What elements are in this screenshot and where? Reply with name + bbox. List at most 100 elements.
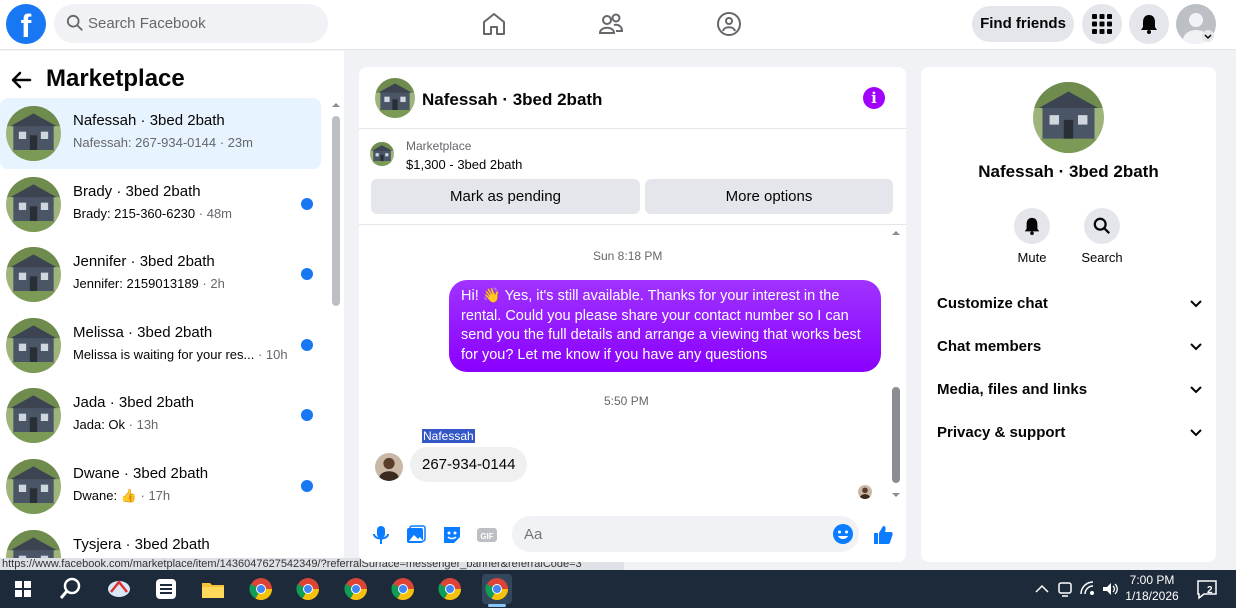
- conversation-preview: Dwane: 👍 · 17h: [73, 488, 170, 504]
- conversation-thumbnail: [6, 318, 61, 373]
- conversation-item[interactable]: Jada · 3bed 2bath Jada: Ok · 13h: [0, 380, 321, 451]
- media-files-links-section[interactable]: Media, files and links: [937, 375, 1203, 405]
- notification-count-badge: 2: [1207, 585, 1213, 596]
- conversation-thumbnail: [6, 459, 61, 514]
- chrome-icon[interactable]: [341, 574, 371, 604]
- more-options-button[interactable]: More options: [645, 179, 893, 214]
- search-icon: [66, 14, 83, 31]
- unread-dot: [301, 479, 313, 492]
- conversation-thumbnail: [6, 530, 61, 560]
- listing-price[interactable]: $1,300 - 3bed 2bath: [406, 157, 522, 172]
- account-chevron-down-icon[interactable]: [1202, 30, 1214, 42]
- sidebar-scrollbar[interactable]: [331, 101, 341, 560]
- volume-icon[interactable]: [1101, 580, 1119, 598]
- file-explorer-icon[interactable]: [198, 574, 228, 604]
- conversation-preview: Melissa is waiting for your res... · 10h: [73, 347, 288, 362]
- message-input-box[interactable]: [512, 516, 859, 552]
- chat-title[interactable]: Nafessah · 3bed 2bath: [422, 90, 602, 110]
- search-input[interactable]: [88, 4, 318, 43]
- friends-icon[interactable]: [597, 10, 625, 38]
- system-clock[interactable]: 7:00 PM 1/18/2026: [1120, 572, 1184, 604]
- message-input[interactable]: [524, 516, 824, 552]
- chevron-down-icon: [1190, 429, 1202, 437]
- windows-taskbar: 7:00 PM 1/18/2026 2: [0, 570, 1236, 608]
- conversation-item[interactable]: Tysjera · 3bed 2bath: [0, 522, 321, 560]
- meet-now-icon[interactable]: [1056, 580, 1074, 598]
- menu-button[interactable]: [1082, 4, 1122, 44]
- conversation-item[interactable]: Nafessah · 3bed 2bath Nafessah: 267-934-0…: [0, 98, 321, 169]
- thumbs-up-icon[interactable]: [872, 524, 894, 546]
- chrome-icon[interactable]: [388, 574, 418, 604]
- facebook-logo[interactable]: f: [6, 4, 46, 44]
- details-thumbnail[interactable]: [1033, 82, 1104, 153]
- listing-banner: Marketplace $1,300 - 3bed 2bath Mark as …: [359, 130, 906, 225]
- outgoing-message[interactable]: Hi! 👋 Yes, it's still available. Thanks …: [449, 280, 881, 373]
- clock-date: 1/18/2026: [1125, 589, 1179, 603]
- app-icon[interactable]: [104, 574, 134, 604]
- scroll-up-icon[interactable]: [892, 229, 900, 237]
- active-chrome-window[interactable]: [482, 574, 512, 607]
- preview-text: Jada: Ok: [73, 417, 126, 433]
- chat-scrollbar[interactable]: [889, 227, 903, 501]
- privacy-support-section[interactable]: Privacy & support: [937, 418, 1203, 448]
- chrome-icon[interactable]: [246, 574, 276, 604]
- conversation-item[interactable]: Melissa · 3bed 2bath Melissa is waiting f…: [0, 310, 321, 381]
- sidebar-scroll-thumb[interactable]: [332, 116, 340, 306]
- conversation-item[interactable]: Jennifer · 3bed 2bath Jennifer: 215901318…: [0, 239, 321, 310]
- home-icon[interactable]: [480, 10, 508, 38]
- incoming-message[interactable]: 267-934-0144: [410, 447, 528, 482]
- chat-header-thumbnail[interactable]: [375, 78, 415, 118]
- conversation-name: Dwane · 3bed 2bath: [73, 464, 209, 482]
- listing-thumbnail[interactable]: [370, 142, 394, 166]
- find-friends-button[interactable]: Find friends: [972, 6, 1074, 42]
- preview-time: · 2h: [198, 276, 225, 292]
- chat-details-panel: Nafessah · 3bed 2bath Mute Search Custom…: [921, 67, 1216, 562]
- top-navigation-bar: f Find friends: [0, 0, 1236, 50]
- gif-icon[interactable]: GIF: [476, 524, 498, 546]
- notification-center-button[interactable]: 2: [1196, 578, 1218, 600]
- message-composer: GIF: [359, 512, 906, 562]
- chrome-icon[interactable]: [435, 574, 465, 604]
- sender-avatar[interactable]: [375, 453, 403, 481]
- info-icon[interactable]: i: [863, 87, 885, 109]
- sender-name: Nafessah: [422, 429, 475, 443]
- photo-icon[interactable]: [405, 524, 427, 546]
- conversation-name: Brady · 3bed 2bath: [73, 182, 201, 200]
- conversation-name: Jennifer · 3bed 2bath: [73, 253, 215, 271]
- timestamp: Sun 8:18 PM: [593, 249, 663, 263]
- section-label: Privacy & support: [937, 424, 1066, 441]
- preview-text: Brady: 215-360-6230: [73, 205, 196, 221]
- svg-text:GIF: GIF: [480, 532, 493, 541]
- groups-icon[interactable]: [715, 10, 743, 38]
- mark-as-pending-button[interactable]: Mark as pending: [371, 179, 640, 214]
- app-icon[interactable]: [151, 574, 181, 604]
- scroll-down-icon[interactable]: [892, 491, 900, 499]
- chevron-down-icon: [1190, 300, 1202, 308]
- chrome-icon[interactable]: [293, 574, 323, 604]
- chat-scroll-thumb[interactable]: [892, 387, 900, 483]
- microphone-icon[interactable]: [370, 524, 392, 546]
- scroll-up-icon[interactable]: [332, 101, 340, 109]
- back-arrow-icon[interactable]: [10, 69, 32, 91]
- emoji-icon[interactable]: [832, 523, 854, 545]
- marketplace-sidebar: Marketplace Nafessah · 3bed 2bath Nafessa…: [0, 51, 344, 560]
- mute-label: Mute: [1017, 250, 1047, 265]
- conversation-thumbnail: [6, 388, 61, 443]
- listing-source: Marketplace: [406, 139, 472, 153]
- windows-start-icon[interactable]: [8, 574, 38, 604]
- notifications-button[interactable]: [1129, 4, 1169, 44]
- preview-text: Melissa is waiting for your res...: [73, 346, 255, 362]
- conversation-name: Tysjera · 3bed 2bath: [73, 535, 210, 553]
- mute-button[interactable]: Mute: [1007, 208, 1057, 265]
- chat-members-section[interactable]: Chat members: [937, 332, 1203, 362]
- tray-chevron-up-icon[interactable]: [1033, 580, 1051, 598]
- conversation-item[interactable]: Dwane · 3bed 2bath Dwane: 👍 · 17h: [0, 451, 321, 522]
- wifi-icon[interactable]: [1079, 580, 1097, 598]
- sticker-icon[interactable]: [441, 524, 463, 546]
- search-facebook-box[interactable]: [54, 4, 328, 43]
- section-label: Media, files and links: [937, 381, 1088, 398]
- search-in-chat-button[interactable]: Search: [1077, 208, 1127, 265]
- customize-chat-section[interactable]: Customize chat: [937, 289, 1203, 319]
- conversation-item[interactable]: Brady · 3bed 2bath Brady: 215-360-6230 · …: [0, 169, 321, 240]
- taskbar-search-icon[interactable]: [55, 574, 85, 604]
